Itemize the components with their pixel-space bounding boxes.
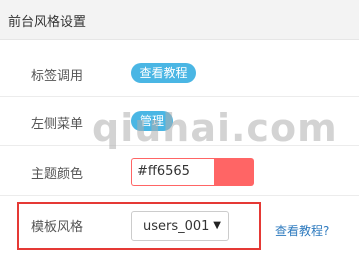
theme-color-picker: #ff6565 — [131, 158, 254, 186]
tag-call-label: 标签调用 — [31, 69, 84, 84]
left-menu-label: 左侧菜单 — [31, 117, 84, 132]
theme-color-label: 主题颜色 — [31, 167, 84, 182]
section-header: 前台风格设置 — [0, 0, 359, 40]
color-swatch[interactable] — [214, 158, 254, 186]
watermark: qiuhai.com — [92, 106, 338, 150]
row-divider — [0, 195, 359, 196]
view-tutorial-link[interactable]: 查看教程? — [275, 222, 329, 239]
chevron-down-icon: ▼ — [213, 220, 221, 231]
template-style-value: users_001 — [143, 219, 210, 234]
theme-color-input[interactable]: #ff6565 — [131, 158, 214, 186]
row-divider — [0, 96, 359, 97]
manage-button[interactable]: 管理 — [131, 111, 173, 131]
template-style-label: 模板风格 — [31, 220, 84, 235]
section-title: 前台风格设置 — [8, 15, 87, 30]
template-style-select[interactable]: users_001 ▼ — [131, 211, 229, 241]
view-tutorial-button[interactable]: 查看教程 — [131, 63, 196, 83]
row-divider — [0, 145, 359, 146]
